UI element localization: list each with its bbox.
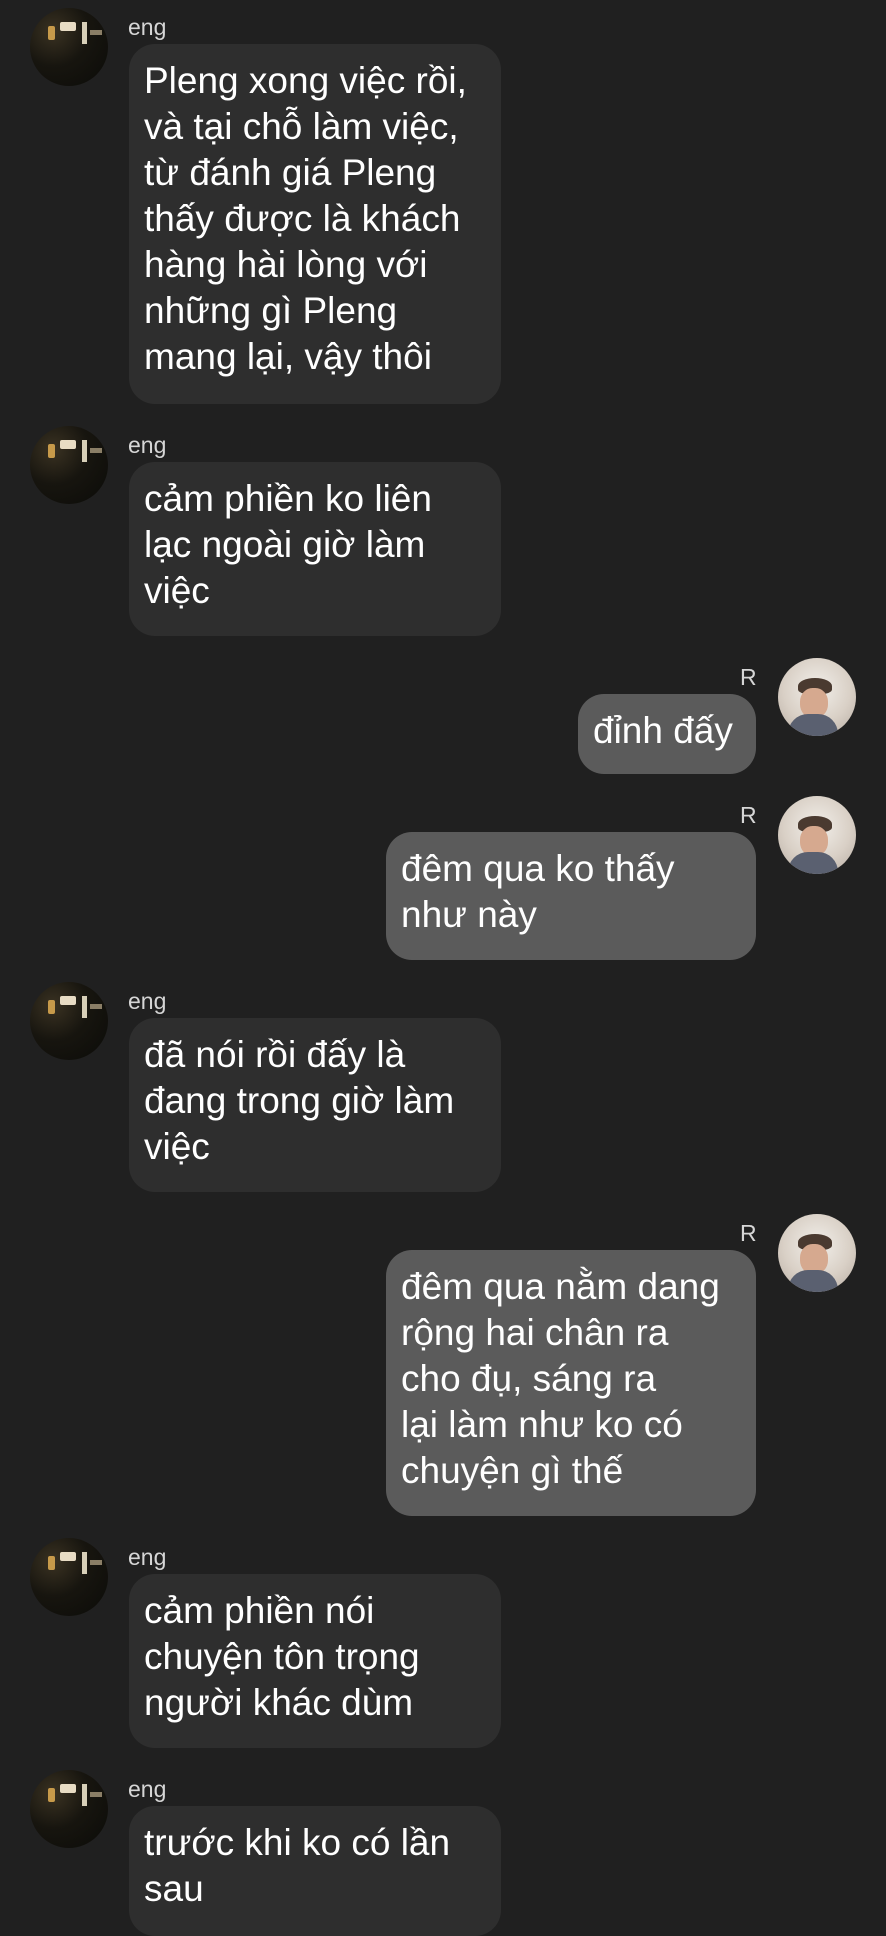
sender-name: eng <box>128 432 167 458</box>
avatar-r[interactable] <box>778 796 856 874</box>
sender-name: eng <box>128 988 167 1014</box>
message-bubble[interactable]: cảm phiền nói chuyện tôn trọng người khá… <box>129 1574 501 1748</box>
sender-name: R <box>740 664 757 690</box>
avatar-eng[interactable] <box>30 982 108 1060</box>
sender-name: eng <box>128 1544 167 1570</box>
sender-name: R <box>740 802 757 828</box>
message-bubble[interactable]: trước khi ko có lần sau <box>129 1806 501 1936</box>
avatar-r[interactable] <box>778 1214 856 1292</box>
avatar-eng[interactable] <box>30 8 108 86</box>
avatar-eng[interactable] <box>30 1770 108 1848</box>
avatar-eng[interactable] <box>30 426 108 504</box>
message-bubble[interactable]: đã nói rồi đấy là đang trong giờ làm việ… <box>129 1018 501 1192</box>
message-bubble[interactable]: đêm qua nằm dang rộng hai chân ra cho đụ… <box>386 1250 756 1516</box>
message-bubble[interactable]: cảm phiền ko liên lạc ngoài giờ làm việc <box>129 462 501 636</box>
avatar-r[interactable] <box>778 658 856 736</box>
avatar-eng[interactable] <box>30 1538 108 1616</box>
message-bubble[interactable]: Pleng xong việc rồi, và tại chỗ làm việc… <box>129 44 501 404</box>
sender-name: R <box>740 1220 757 1246</box>
sender-name: eng <box>128 14 167 40</box>
message-bubble[interactable]: đỉnh đấy <box>578 694 756 774</box>
sender-name: eng <box>128 1776 167 1802</box>
message-bubble[interactable]: đêm qua ko thấy như này <box>386 832 756 960</box>
